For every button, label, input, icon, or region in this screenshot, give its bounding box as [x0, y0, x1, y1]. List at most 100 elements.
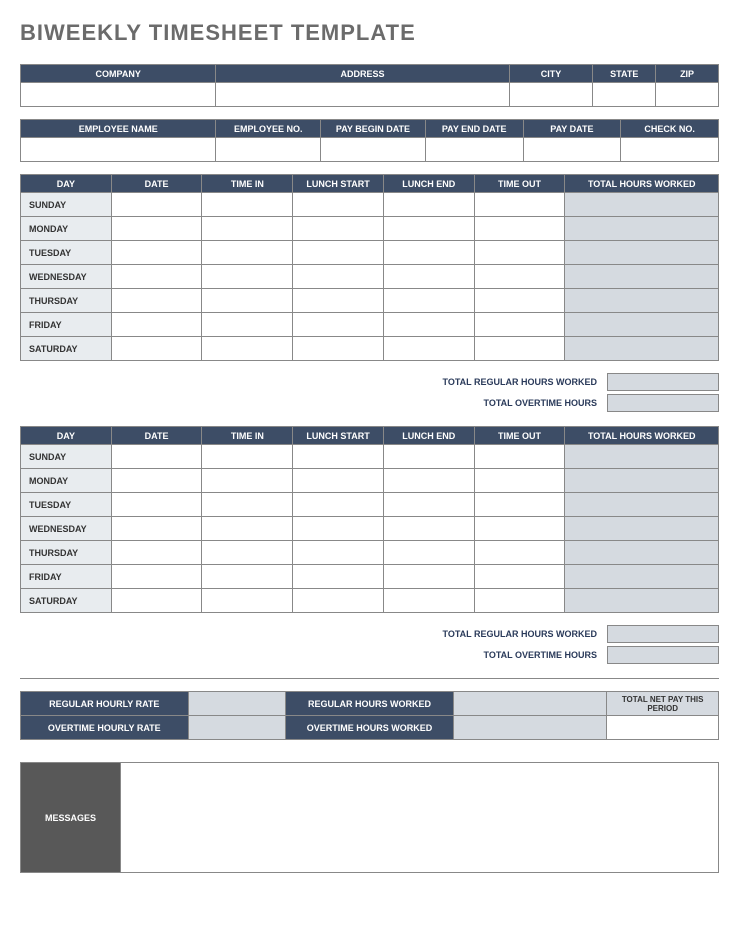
time-cell[interactable]: [474, 469, 565, 493]
time-cell[interactable]: [383, 313, 474, 337]
ot-rate-input[interactable]: [188, 716, 286, 740]
time-cell[interactable]: [383, 565, 474, 589]
time-cell[interactable]: [111, 541, 202, 565]
total-hours-cell[interactable]: [565, 265, 719, 289]
total-hours-cell[interactable]: [565, 565, 719, 589]
time-cell[interactable]: [383, 517, 474, 541]
time-cell[interactable]: [202, 337, 293, 361]
time-cell[interactable]: [202, 265, 293, 289]
time-cell[interactable]: [111, 289, 202, 313]
reg-hours-input[interactable]: [453, 692, 607, 716]
time-cell[interactable]: [293, 589, 384, 613]
time-cell[interactable]: [293, 265, 384, 289]
time-cell[interactable]: [202, 289, 293, 313]
time-cell[interactable]: [293, 241, 384, 265]
time-cell[interactable]: [474, 313, 565, 337]
time-cell[interactable]: [111, 589, 202, 613]
total-hours-cell[interactable]: [565, 493, 719, 517]
time-cell[interactable]: [293, 289, 384, 313]
time-cell[interactable]: [474, 193, 565, 217]
time-cell[interactable]: [202, 517, 293, 541]
total-hours-cell[interactable]: [565, 289, 719, 313]
total-hours-cell[interactable]: [565, 445, 719, 469]
time-cell[interactable]: [383, 541, 474, 565]
time-cell[interactable]: [383, 193, 474, 217]
time-cell[interactable]: [474, 565, 565, 589]
time-cell[interactable]: [383, 589, 474, 613]
pay-begin-input[interactable]: [321, 138, 426, 162]
time-cell[interactable]: [383, 289, 474, 313]
total-overtime-box[interactable]: [607, 394, 719, 412]
time-cell[interactable]: [111, 469, 202, 493]
time-cell[interactable]: [202, 313, 293, 337]
time-cell[interactable]: [293, 493, 384, 517]
time-cell[interactable]: [474, 445, 565, 469]
time-cell[interactable]: [202, 565, 293, 589]
check-no-input[interactable]: [621, 138, 719, 162]
time-cell[interactable]: [474, 337, 565, 361]
time-cell[interactable]: [111, 265, 202, 289]
time-cell[interactable]: [383, 265, 474, 289]
pay-end-input[interactable]: [425, 138, 523, 162]
time-cell[interactable]: [111, 241, 202, 265]
time-cell[interactable]: [111, 565, 202, 589]
city-input[interactable]: [509, 83, 593, 107]
employee-no-input[interactable]: [216, 138, 321, 162]
total-hours-cell[interactable]: [565, 241, 719, 265]
time-cell[interactable]: [474, 217, 565, 241]
time-cell[interactable]: [202, 217, 293, 241]
time-cell[interactable]: [293, 337, 384, 361]
time-cell[interactable]: [202, 493, 293, 517]
time-cell[interactable]: [111, 445, 202, 469]
company-input[interactable]: [21, 83, 216, 107]
total-hours-cell[interactable]: [565, 517, 719, 541]
time-cell[interactable]: [474, 541, 565, 565]
total-hours-cell[interactable]: [565, 193, 719, 217]
time-cell[interactable]: [111, 217, 202, 241]
total-regular-box-2[interactable]: [607, 625, 719, 643]
total-regular-box[interactable]: [607, 373, 719, 391]
total-hours-cell[interactable]: [565, 313, 719, 337]
netpay-input[interactable]: [607, 716, 719, 740]
time-cell[interactable]: [474, 241, 565, 265]
time-cell[interactable]: [383, 217, 474, 241]
total-hours-cell[interactable]: [565, 469, 719, 493]
time-cell[interactable]: [293, 469, 384, 493]
ot-hours-input[interactable]: [453, 716, 607, 740]
time-cell[interactable]: [202, 541, 293, 565]
time-cell[interactable]: [474, 493, 565, 517]
time-cell[interactable]: [293, 445, 384, 469]
time-cell[interactable]: [474, 517, 565, 541]
time-cell[interactable]: [383, 337, 474, 361]
time-cell[interactable]: [474, 289, 565, 313]
time-cell[interactable]: [202, 445, 293, 469]
reg-rate-input[interactable]: [188, 692, 286, 716]
time-cell[interactable]: [474, 589, 565, 613]
time-cell[interactable]: [111, 313, 202, 337]
time-cell[interactable]: [293, 517, 384, 541]
total-hours-cell[interactable]: [565, 217, 719, 241]
total-hours-cell[interactable]: [565, 589, 719, 613]
pay-date-input[interactable]: [523, 138, 621, 162]
time-cell[interactable]: [293, 217, 384, 241]
time-cell[interactable]: [383, 445, 474, 469]
time-cell[interactable]: [111, 193, 202, 217]
time-cell[interactable]: [202, 241, 293, 265]
time-cell[interactable]: [202, 589, 293, 613]
employee-name-input[interactable]: [21, 138, 216, 162]
total-hours-cell[interactable]: [565, 337, 719, 361]
time-cell[interactable]: [293, 541, 384, 565]
zip-input[interactable]: [656, 83, 719, 107]
state-input[interactable]: [593, 83, 656, 107]
address-input[interactable]: [216, 83, 509, 107]
time-cell[interactable]: [383, 241, 474, 265]
total-overtime-box-2[interactable]: [607, 646, 719, 664]
time-cell[interactable]: [111, 337, 202, 361]
total-hours-cell[interactable]: [565, 541, 719, 565]
time-cell[interactable]: [293, 313, 384, 337]
time-cell[interactable]: [111, 517, 202, 541]
time-cell[interactable]: [111, 493, 202, 517]
messages-input[interactable]: [121, 763, 719, 873]
time-cell[interactable]: [202, 193, 293, 217]
time-cell[interactable]: [383, 493, 474, 517]
